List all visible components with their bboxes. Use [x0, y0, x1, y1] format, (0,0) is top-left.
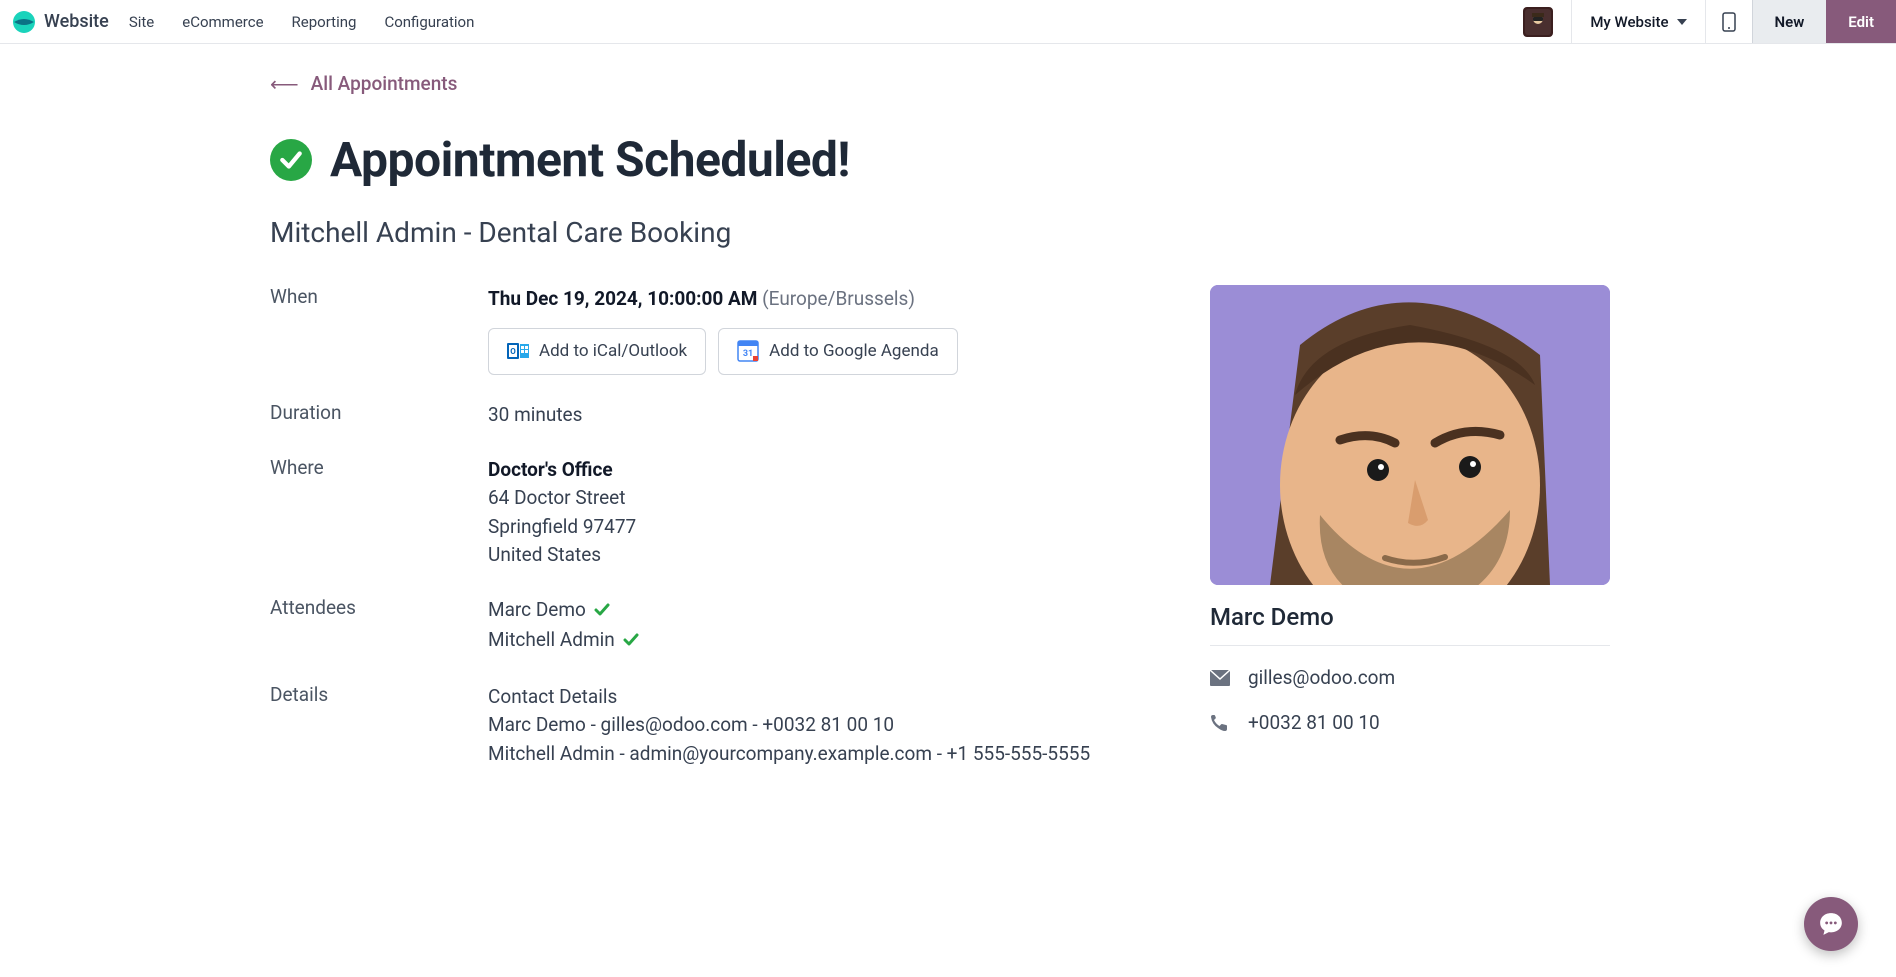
arrow-left-icon: ⟵: [270, 74, 299, 94]
label-where: Where: [270, 456, 488, 479]
label-details: Details: [270, 683, 488, 706]
success-check-icon: [270, 139, 312, 181]
label-when: When: [270, 285, 488, 308]
phone-icon: [1210, 714, 1230, 732]
svg-text:O: O: [510, 347, 516, 356]
value-duration: 30 minutes: [488, 401, 1150, 430]
new-button-label: New: [1775, 13, 1805, 31]
heading-row: Appointment Scheduled!: [270, 131, 1626, 188]
where-city-zip: Springfield 97477: [488, 513, 1150, 542]
envelope-icon: [1210, 670, 1230, 686]
appointment-details: When Thu Dec 19, 2024, 10:00:00 AM (Euro…: [270, 285, 1150, 794]
contact-name: Marc Demo: [1210, 603, 1610, 646]
outlook-icon: O: [507, 340, 529, 362]
nav-item-configuration[interactable]: Configuration: [384, 13, 474, 31]
when-timezone: (Europe/Brussels): [762, 287, 915, 310]
mobile-preview-button[interactable]: [1705, 0, 1752, 43]
nav-right: My Website New Edit: [1523, 0, 1896, 43]
attendee-item: Mitchell Admin: [488, 626, 1150, 655]
label-duration: Duration: [270, 401, 488, 424]
brand[interactable]: Website: [12, 10, 109, 34]
where-street: 64 Doctor Street: [488, 484, 1150, 513]
page-title: Appointment Scheduled!: [330, 131, 850, 188]
contact-email-row: gilles@odoo.com: [1210, 666, 1610, 689]
contact-phone[interactable]: +0032 81 00 10: [1248, 711, 1380, 734]
website-selector[interactable]: My Website: [1571, 0, 1704, 43]
check-icon: [623, 632, 639, 648]
attendee-item: Marc Demo: [488, 596, 1150, 625]
caret-down-icon: [1677, 19, 1687, 25]
attendee-name: Mitchell Admin: [488, 626, 615, 655]
row-details: Details Contact Details Marc Demo - gill…: [270, 683, 1150, 769]
contact-portrait: [1210, 285, 1610, 585]
details-line: Mitchell Admin - admin@yourcompany.examp…: [488, 740, 1150, 769]
row-when: When Thu Dec 19, 2024, 10:00:00 AM (Euro…: [270, 285, 1150, 375]
top-navbar: Website Site eCommerce Reporting Configu…: [0, 0, 1896, 44]
user-avatar-icon[interactable]: [1523, 7, 1553, 37]
nav-item-site[interactable]: Site: [129, 13, 154, 31]
nav-menu: Site eCommerce Reporting Configuration: [129, 13, 475, 31]
page-subtitle: Mitchell Admin - Dental Care Booking: [270, 216, 1626, 249]
chat-bubble-icon: [1818, 911, 1844, 937]
brand-label: Website: [44, 11, 109, 32]
check-icon: [594, 602, 610, 618]
label-attendees: Attendees: [270, 596, 488, 619]
nav-item-reporting[interactable]: Reporting: [292, 13, 357, 31]
where-name: Doctor's Office: [488, 456, 1150, 485]
back-link[interactable]: ⟵ All Appointments: [270, 72, 457, 95]
odoo-logo-icon: [12, 10, 36, 34]
contact-card: Marc Demo gilles@odoo.com +0032 81 00 10: [1210, 285, 1610, 756]
row-duration: Duration 30 minutes: [270, 401, 1150, 430]
mobile-icon: [1722, 12, 1736, 32]
google-calendar-icon: 31: [737, 340, 759, 362]
details-heading: Contact Details: [488, 683, 1150, 712]
svg-text:31: 31: [743, 349, 753, 359]
chat-fab-button[interactable]: [1804, 897, 1858, 951]
when-datetime: Thu Dec 19, 2024, 10:00:00 AM: [488, 287, 757, 310]
add-ical-outlook-button[interactable]: O Add to iCal/Outlook: [488, 328, 706, 376]
details-line: Marc Demo - gilles@odoo.com - +0032 81 0…: [488, 711, 1150, 740]
row-where: Where Doctor's Office 64 Doctor Street S…: [270, 456, 1150, 570]
add-google-agenda-button[interactable]: 31 Add to Google Agenda: [718, 328, 958, 376]
contact-phone-row: +0032 81 00 10: [1210, 711, 1610, 734]
back-link-label: All Appointments: [311, 72, 458, 95]
website-selector-label: My Website: [1590, 13, 1668, 31]
new-button[interactable]: New: [1752, 0, 1827, 43]
edit-button[interactable]: Edit: [1826, 0, 1896, 43]
add-google-label: Add to Google Agenda: [769, 339, 939, 365]
nav-item-ecommerce[interactable]: eCommerce: [182, 13, 263, 31]
where-country: United States: [488, 541, 1150, 570]
contact-email[interactable]: gilles@odoo.com: [1248, 666, 1395, 689]
page-content: ⟵ All Appointments Appointment Scheduled…: [188, 44, 1708, 854]
attendee-name: Marc Demo: [488, 596, 586, 625]
row-attendees: Attendees Marc Demo Mitchell Admin: [270, 596, 1150, 657]
edit-button-label: Edit: [1848, 13, 1874, 31]
add-ical-label: Add to iCal/Outlook: [539, 339, 687, 365]
